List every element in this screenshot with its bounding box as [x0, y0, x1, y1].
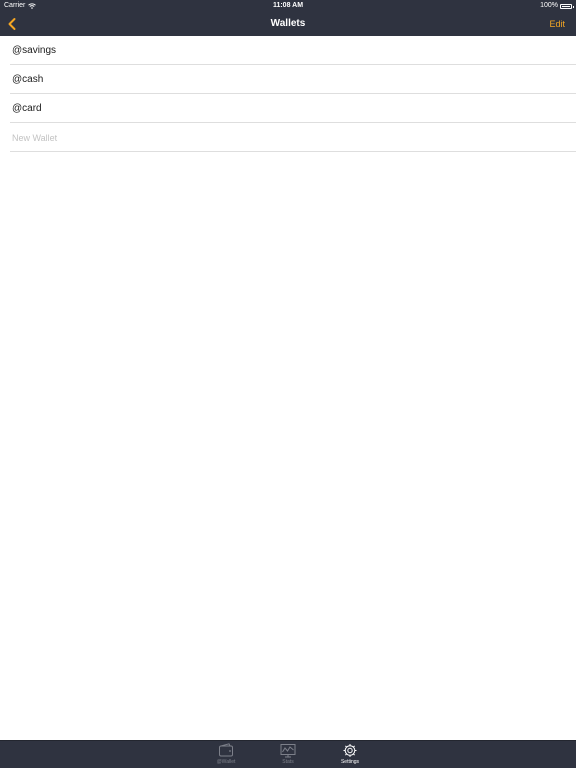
status-time: 11:08 AM — [272, 2, 304, 9]
wallet-icon — [218, 743, 234, 758]
navigation-bar: Wallets Edit — [0, 12, 576, 36]
new-wallet-input[interactable] — [12, 123, 552, 152]
tab-stats[interactable]: Stats — [268, 743, 308, 768]
wallets-screen: Carrier 11:08 AM 100% Wallets Edit @savi… — [0, 0, 576, 768]
battery-indicator: 100% — [540, 0, 574, 12]
new-wallet-row — [0, 123, 576, 152]
tab-stats-label: Stats — [282, 759, 294, 765]
battery-icon — [560, 3, 574, 9]
wallet-row-card[interactable]: @card — [0, 94, 576, 123]
status-bar: Carrier 11:08 AM 100% — [0, 0, 576, 12]
tab-wallet-label: @Wallet — [216, 759, 236, 765]
edit-button[interactable]: Edit — [549, 12, 565, 36]
gear-icon — [342, 743, 358, 758]
wallet-list: @savings @cash @card — [0, 36, 576, 152]
tab-settings[interactable]: Settings — [330, 743, 370, 768]
stats-icon — [280, 743, 296, 758]
tab-wallet[interactable]: @Wallet — [206, 743, 246, 768]
wallet-row-cash[interactable]: @cash — [0, 65, 576, 94]
tab-settings-label: Settings — [340, 759, 360, 765]
page-title: Wallets — [270, 18, 306, 29]
wallet-row-savings[interactable]: @savings — [0, 36, 576, 65]
battery-percent: 100% — [540, 2, 558, 9]
tab-bar: @Wallet Stats Settings — [0, 740, 576, 768]
battery-fill — [562, 5, 570, 7]
